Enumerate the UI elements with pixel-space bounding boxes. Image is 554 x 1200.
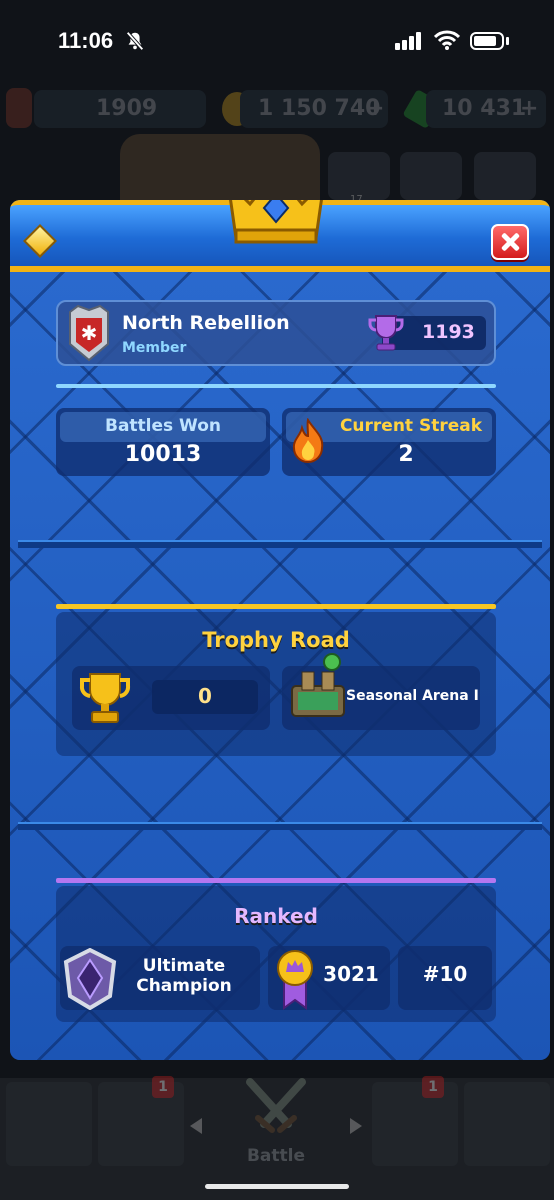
battery-tip [506, 37, 509, 45]
flame-icon [292, 418, 324, 463]
gems-plus-button[interactable]: + [520, 96, 538, 121]
profile-modal: ✱ North Rebellion Member 1193 Battles Wo… [10, 200, 550, 1060]
cellular-signal-icon [395, 32, 421, 50]
ranked-title: Ranked [234, 904, 318, 928]
gems-value: 10 431 [442, 96, 527, 121]
trophy-road-title: Trophy Road [202, 628, 350, 652]
nav-clan-tab[interactable] [372, 1082, 458, 1166]
wifi-icon [434, 30, 460, 50]
arena-icon [291, 653, 345, 717]
svg-text:✱: ✱ [81, 321, 98, 345]
crown-icon [229, 200, 323, 244]
status-bar: 11:06 [0, 0, 554, 80]
clan-badge-icon: ✱ [69, 304, 109, 362]
ranked-position: #10 [422, 962, 468, 986]
battle-tab-label[interactable]: Battle [236, 1146, 316, 1166]
gold-trophy-icon [79, 673, 131, 723]
nav-events-tab[interactable] [464, 1082, 550, 1166]
status-time: 11:06 [58, 28, 114, 53]
gold-plus-button[interactable]: + [366, 96, 384, 121]
level-icon [6, 88, 32, 128]
clan-role: Member [122, 340, 187, 356]
trophy-road-accent-line [56, 604, 496, 609]
ranked-rating: 3021 [323, 962, 379, 986]
battles-won-value: 10013 [124, 442, 202, 467]
current-streak-value: 2 [398, 442, 414, 467]
level-value: 1909 [96, 96, 158, 121]
league-badge-icon [63, 948, 117, 1010]
clan-trophy-count: 1193 [422, 321, 475, 343]
league-name-line1: Ultimate [142, 956, 226, 976]
divider-line [56, 384, 496, 388]
battery-icon [470, 32, 504, 50]
news-button[interactable] [400, 152, 462, 200]
nav-left-arrow[interactable] [190, 1118, 202, 1134]
nav-shop-tab[interactable] [6, 1082, 92, 1166]
nav-right-arrow[interactable] [350, 1118, 362, 1134]
crossed-swords-icon [246, 1078, 306, 1133]
home-indicator [205, 1184, 349, 1189]
current-streak-label: Current Streak [339, 416, 483, 436]
gold-value: 1 150 740 [258, 96, 381, 121]
diamond-icon [23, 224, 57, 258]
close-button[interactable] [491, 224, 529, 260]
clan-name: North Rebellion [122, 312, 290, 334]
battles-won-label: Battles Won [104, 416, 221, 436]
friends-button[interactable] [328, 152, 390, 200]
section-separator [18, 822, 542, 830]
trophy-road-count: 0 [198, 684, 212, 708]
menu-button[interactable] [474, 152, 536, 200]
section-separator [18, 540, 542, 548]
arena-name: Seasonal Arena I [346, 688, 479, 704]
purple-trophy-icon [368, 315, 404, 351]
league-name-line2: Champion [136, 976, 232, 996]
cards-notification-badge: 1 [152, 1076, 174, 1098]
ranked-accent-line [56, 878, 496, 883]
purple-ribbon-medal-icon [277, 950, 313, 1010]
silent-bell-icon [126, 31, 144, 51]
clan-notification-badge: 1 [422, 1076, 444, 1098]
king-portrait [120, 134, 320, 204]
